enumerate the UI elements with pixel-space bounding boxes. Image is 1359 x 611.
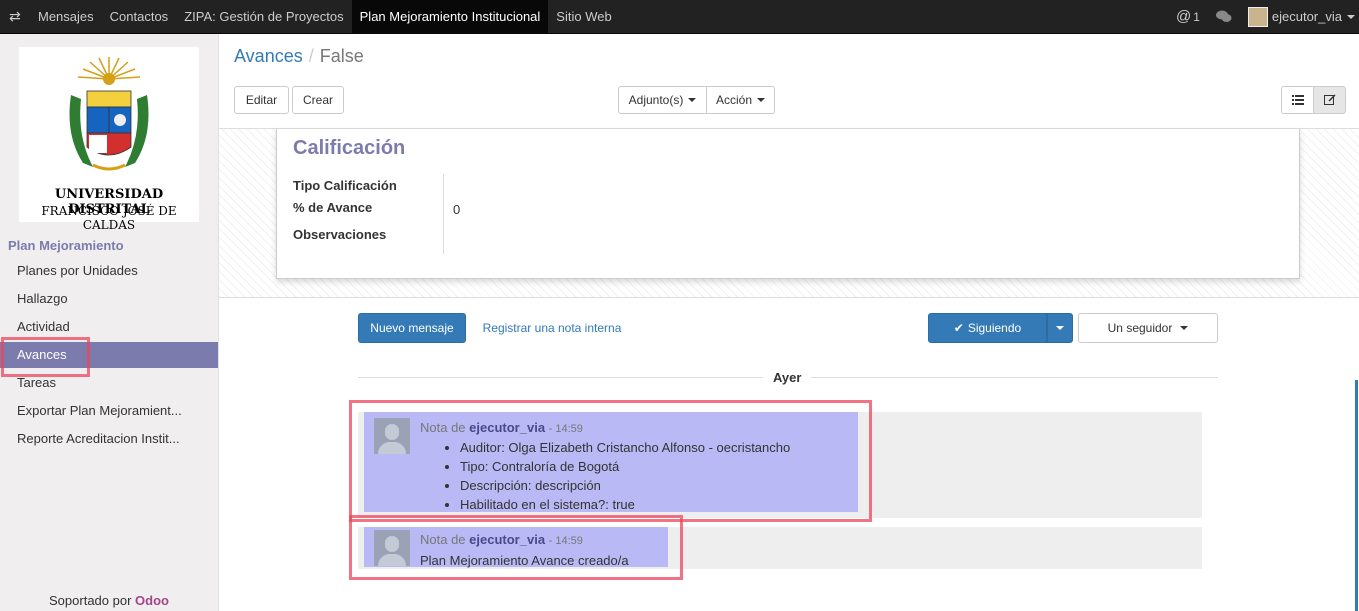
followers-dropdown[interactable]: Un seguidor (1078, 313, 1218, 343)
new-message-label: Nuevo mensaje (370, 321, 454, 335)
powered-by-prefix: Soportado por (49, 593, 132, 608)
chevron-down-icon (1056, 326, 1064, 330)
menu-sitio-web[interactable]: Sitio Web (548, 0, 619, 33)
field-divider (443, 174, 444, 254)
field-value-avance: 0 (453, 202, 461, 217)
attachments-dropdown[interactable]: Adjunto(s) (618, 86, 707, 114)
university-crest-icon (69, 57, 149, 171)
breadcrumb-separator: / (308, 46, 314, 66)
chat-button[interactable] (1215, 10, 1232, 23)
menu-mensajes[interactable]: Mensajes (30, 0, 102, 33)
action-dropdown[interactable]: Acción (706, 86, 775, 114)
form-view-button[interactable] (1313, 86, 1346, 114)
following-button[interactable]: ✔ Siguiendo (928, 313, 1047, 343)
section-title: Calificación (293, 137, 406, 159)
breadcrumb-current: False (319, 46, 364, 66)
highlight-message-1 (349, 400, 872, 522)
sidebar: UNIVERSIDAD DISTRITAL FRANCISCO JOSÉ DE … (0, 34, 219, 611)
chat-bubbles-icon (1215, 10, 1232, 22)
navbar-right: @ 1 ejecutor_via (1176, 0, 1359, 33)
highlight-message-2 (349, 515, 683, 580)
logo-line-2: FRANCISCO JOSÉ DE CALDAS (41, 204, 177, 232)
followers-label: Un seguidor (1107, 321, 1173, 335)
sidebar-item-exportar-plan[interactable]: Exportar Plan Mejoramient... (0, 398, 218, 424)
highlight-avances (1, 337, 90, 377)
form-sheet: Calificación Tipo Calificación % de Avan… (276, 129, 1300, 279)
sidebar-item-hallazgo[interactable]: Hallazgo (0, 286, 218, 312)
chevron-down-icon (757, 98, 766, 102)
powered-by: Soportado por Odoo (0, 593, 218, 608)
attachments-label: Adjunto(s) (628, 93, 684, 107)
field-label-tipo-calificacion: Tipo Calificación (293, 178, 397, 193)
menu-contactos[interactable]: Contactos (102, 0, 177, 33)
sidebar-section-title: Plan Mejoramiento (8, 238, 124, 253)
list-view-button[interactable] (1281, 86, 1314, 114)
user-menu[interactable]: ejecutor_via (1247, 6, 1355, 27)
scrollbar[interactable] (1355, 380, 1358, 611)
chevron-down-icon (1180, 326, 1189, 330)
log-note-link[interactable]: Registrar una nota interna (474, 313, 630, 343)
sidebar-item-planes-por-unidades[interactable]: Planes por Unidades (0, 258, 218, 284)
menu-zipa[interactable]: ZIPA: Gestión de Proyectos (176, 0, 351, 33)
main-menu: Mensajes Contactos ZIPA: Gestión de Proy… (30, 0, 620, 33)
mentions-button[interactable]: @ 1 (1176, 8, 1200, 25)
day-separator-label: Ayer (763, 370, 812, 385)
check-icon: ✔ (953, 321, 964, 335)
university-logo: UNIVERSIDAD DISTRITAL FRANCISCO JOSÉ DE … (19, 47, 199, 232)
user-avatar (1247, 6, 1268, 27)
list-icon (1291, 95, 1304, 105)
edit-button[interactable]: Editar (234, 86, 289, 114)
at-sign-icon: @ (1175, 8, 1192, 25)
control-panel: Avances / False Editar Crear Adjunto(s) Ac… (219, 34, 1359, 129)
new-message-button[interactable]: Nuevo mensaje (358, 313, 466, 343)
sidebar-item-reporte-acreditacion[interactable]: Reporte Acreditacion Instit... (0, 426, 218, 452)
edit-icon (1323, 94, 1336, 105)
odoo-link[interactable]: Odoo (135, 593, 169, 608)
field-label-observaciones: Observaciones (293, 227, 387, 242)
notification-count: 1 (1193, 9, 1200, 24)
apps-toggle-icon[interactable]: ⇄ (9, 8, 21, 25)
chevron-down-icon (1347, 14, 1355, 19)
log-note-label: Registrar una nota interna (482, 321, 622, 335)
user-name: ejecutor_via (1271, 9, 1342, 24)
create-button-label: Crear (302, 93, 333, 107)
chevron-down-icon (688, 98, 697, 102)
field-label-avance: % de Avance (293, 200, 373, 215)
menu-plan-mejoramiento[interactable]: Plan Mejoramiento Institucional (351, 0, 549, 33)
breadcrumb-avances-link[interactable]: Avances (234, 46, 303, 66)
edit-button-label: Editar (245, 93, 278, 107)
top-navbar: ⇄ Mensajes Contactos ZIPA: Gestión de Pr… (0, 0, 1359, 34)
action-label: Acción (715, 93, 753, 107)
following-dropdown-toggle[interactable] (1047, 313, 1073, 343)
breadcrumb: Avances / False (234, 46, 364, 67)
following-label: Siguiendo (967, 321, 1022, 335)
create-button[interactable]: Crear (292, 86, 344, 114)
